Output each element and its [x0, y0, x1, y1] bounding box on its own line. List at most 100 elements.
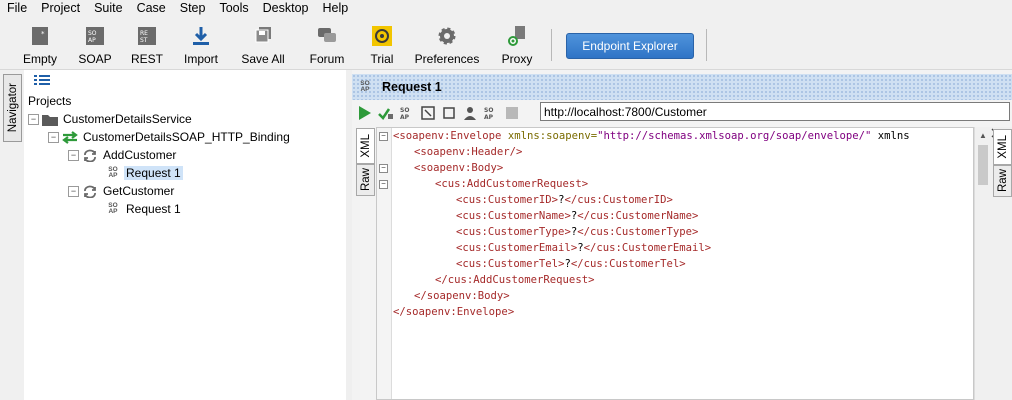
preferences-label: Preferences	[414, 52, 480, 66]
tree-project-node[interactable]: − CustomerDetailsService	[28, 110, 194, 128]
tab-xml-label: XML	[359, 134, 372, 158]
operation-icon	[84, 185, 96, 198]
empty-project-button[interactable]: * Empty	[20, 19, 60, 67]
xml-line: </soapenv:Envelope>	[393, 306, 515, 318]
preferences-button[interactable]: Preferences	[414, 19, 480, 67]
xml-editor[interactable]: − − − <soapenv:Envelope xmlns:soapenv="h…	[376, 127, 974, 400]
editor-scrollbar[interactable]: ▲	[974, 127, 991, 400]
svg-text:RE: RE	[140, 30, 148, 37]
rest-label: REST	[130, 52, 163, 66]
project-tree-panel: Projects − CustomerDetailsService − Cust…	[24, 70, 347, 400]
square-icon[interactable]	[440, 104, 458, 122]
scroll-up-icon[interactable]: ▲	[975, 127, 991, 143]
menu-help[interactable]: Help	[316, 0, 356, 17]
soap-request-icon: SO AP	[108, 166, 118, 179]
endpoint-url-field[interactable]: http://localhost:7800/Customer	[540, 102, 1010, 121]
user-icon[interactable]	[461, 104, 479, 122]
tree-operation-node[interactable]: − AddCustomer	[68, 146, 178, 164]
save-all-label: Save All	[241, 52, 285, 66]
menu-bar: File Project Suite Case Step Tools Deskt…	[0, 0, 1012, 17]
tree-root-projects[interactable]: Projects	[26, 92, 73, 110]
trial-icon	[369, 23, 395, 49]
forum-icon	[314, 23, 340, 49]
collapse-icon[interactable]: −	[48, 131, 59, 143]
proxy-button[interactable]: Proxy	[498, 19, 536, 67]
svg-text:SO: SO	[484, 107, 493, 114]
xml-line: <cus:CustomerID>?</cus:CustomerID>	[456, 194, 673, 206]
menu-step[interactable]: Step	[173, 0, 213, 17]
scroll-thumb[interactable]	[978, 145, 988, 185]
stop-icon[interactable]	[503, 104, 521, 122]
svg-text:*: *	[41, 30, 45, 38]
play-icon[interactable]	[356, 104, 374, 122]
xml-line: <soapenv:Body>	[414, 162, 504, 174]
toolbar-separator	[706, 29, 707, 61]
tree-binding-node[interactable]: − CustomerDetailsSOAP_HTTP_Binding	[48, 128, 292, 146]
operation-label: GetCustomer	[103, 184, 175, 198]
fold-icon[interactable]: −	[379, 164, 388, 173]
xml-line: <cus:CustomerName>?</cus:CustomerName>	[456, 210, 699, 222]
tree-request-node[interactable]: SO AP Request 1	[106, 164, 183, 182]
request-view-tabs: XML Raw	[356, 128, 375, 400]
tab-xml[interactable]: XML	[356, 128, 375, 164]
request-label: Request 1	[124, 166, 183, 180]
response-tab-raw-label: Raw	[996, 169, 1009, 193]
xml-line: <cus:CustomerType>?</cus:CustomerType>	[456, 226, 699, 238]
tree-toolbar	[24, 70, 346, 90]
menu-tools[interactable]: Tools	[212, 0, 255, 17]
response-tab-raw[interactable]: Raw	[993, 165, 1012, 197]
menu-desktop[interactable]: Desktop	[256, 0, 316, 17]
navigator-side-strip: Navigator	[0, 70, 25, 400]
rest-project-button[interactable]: RE ST REST	[130, 19, 164, 67]
tab-raw-label: Raw	[359, 168, 372, 192]
response-tab-xml-label: XML	[996, 135, 1009, 159]
import-button[interactable]: Import	[180, 19, 222, 67]
wsdl-icon[interactable]: SO AP	[482, 104, 500, 122]
tab-raw[interactable]: Raw	[356, 164, 375, 196]
fold-icon[interactable]: −	[379, 180, 388, 189]
create-testcase-icon[interactable]	[419, 104, 437, 122]
operation-icon	[84, 149, 96, 162]
proxy-icon	[504, 23, 530, 49]
menu-project[interactable]: Project	[34, 0, 87, 17]
operation-label: AddCustomer	[103, 148, 177, 162]
fold-icon[interactable]: −	[379, 132, 388, 141]
list-view-icon[interactable]	[34, 74, 50, 86]
trial-label: Trial	[370, 52, 394, 66]
request-panel: SO AP Request 1 SO AP SO AP http://localhos…	[352, 70, 1012, 400]
soap-project-button[interactable]: SO AP SOAP	[76, 19, 114, 67]
xml-line: </soapenv:Body>	[414, 290, 510, 302]
menu-file[interactable]: File	[0, 0, 34, 17]
tree-request-node[interactable]: SO AP Request 1	[106, 200, 183, 218]
trial-button[interactable]: Trial	[366, 19, 398, 67]
collapse-icon[interactable]: −	[28, 113, 39, 125]
tree-operation-node[interactable]: − GetCustomer	[68, 182, 176, 200]
binding-label: CustomerDetailsSOAP_HTTP_Binding	[83, 130, 290, 144]
add-assertion-icon[interactable]	[377, 104, 395, 122]
main-toolbar: * Empty SO AP SOAP RE ST REST Import Save …	[0, 17, 1012, 70]
save-all-icon	[250, 23, 276, 49]
svg-text:ST: ST	[140, 37, 148, 44]
response-tab-xml[interactable]: XML	[993, 129, 1012, 165]
import-label: Import	[183, 52, 218, 66]
endpoint-explorer-button[interactable]: Endpoint Explorer	[566, 33, 694, 59]
navigator-tab[interactable]: Navigator	[3, 74, 22, 142]
forum-button[interactable]: Forum	[306, 19, 348, 67]
soap-action-icon[interactable]: SO AP	[398, 104, 416, 122]
request-title: Request 1	[382, 80, 442, 94]
collapse-icon[interactable]: −	[68, 185, 79, 197]
xml-line: </cus:AddCustomerRequest>	[435, 274, 595, 286]
save-all-button[interactable]: Save All	[238, 19, 288, 67]
menu-case[interactable]: Case	[130, 0, 173, 17]
empty-project-icon: *	[27, 23, 53, 49]
projects-label: Projects	[28, 94, 72, 108]
menu-suite[interactable]: Suite	[87, 0, 130, 17]
collapse-icon[interactable]: −	[68, 149, 79, 161]
svg-text:SO: SO	[400, 107, 409, 114]
rest-project-icon: RE ST	[134, 23, 160, 49]
request-label: Request 1	[126, 202, 181, 216]
interface-icon	[62, 130, 78, 144]
xml-line: <cus:AddCustomerRequest>	[435, 178, 589, 190]
navigator-tab-label: Navigator	[6, 83, 19, 133]
xml-line: <cus:CustomerEmail>?</cus:CustomerEmail>	[456, 242, 712, 254]
